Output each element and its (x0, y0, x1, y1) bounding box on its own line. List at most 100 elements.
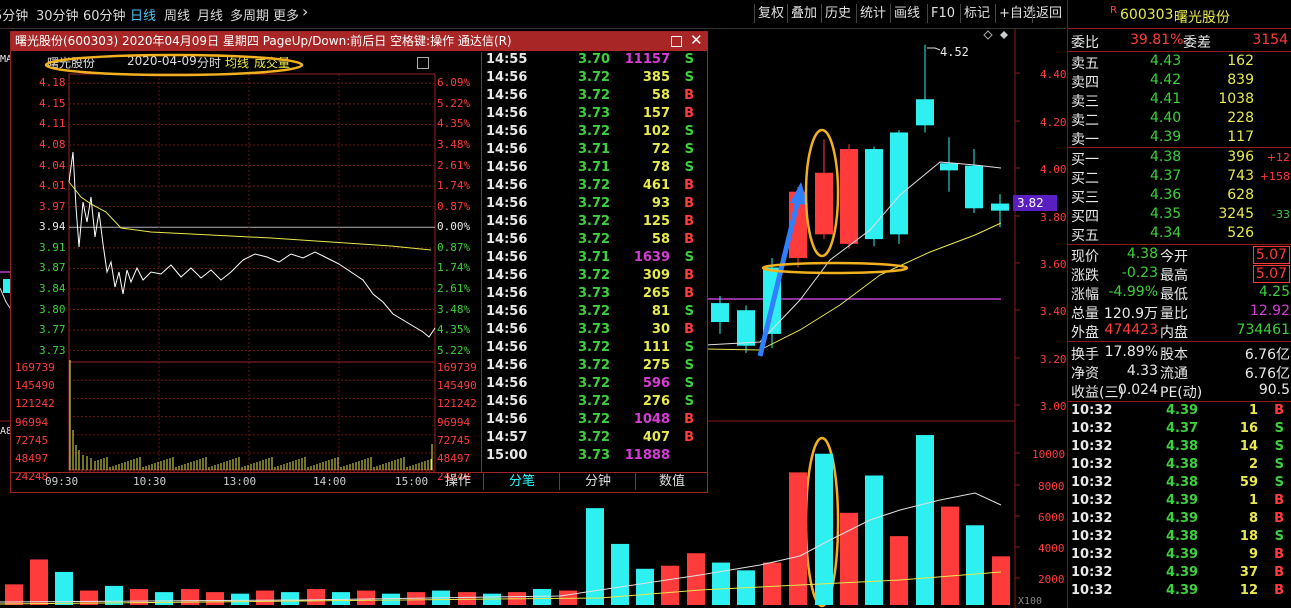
percent-tick: 4.35% (437, 323, 471, 337)
trade-time: 14:56 (486, 196, 528, 211)
maximize-icon[interactable] (671, 36, 682, 47)
trade-price: 3.72 (578, 394, 611, 409)
tab-30min[interactable]: 30分钟 (36, 5, 79, 24)
close-icon[interactable]: ✕ (690, 31, 703, 50)
trade-row: 14:56 3.72 102 S (482, 124, 704, 142)
stat-row: 外盘 474423 内盘 734461 (1068, 322, 1291, 341)
tick-price: 4.38 (1166, 439, 1199, 454)
trade-price: 3.72 (578, 214, 611, 229)
ask-row[interactable]: 卖二 4.40 228 (1068, 110, 1291, 129)
trade-volume: 309 (642, 268, 670, 283)
statistics-button[interactable]: 统计 (856, 4, 889, 23)
trade-time: 14:56 (486, 304, 528, 319)
separator (1068, 341, 1291, 342)
tick-row: 10:32 4.39 8 B (1068, 511, 1291, 529)
trade-row: 14:56 3.71 78 S (482, 160, 704, 178)
avg-price-line (68, 181, 432, 251)
tab-more[interactable]: 更多 (273, 5, 299, 24)
diamond-icon (1000, 31, 1008, 39)
volume-bar (763, 562, 781, 605)
trade-price: 3.72 (578, 430, 611, 445)
price-tick: 3.77 (39, 323, 66, 337)
tick-volume: 1 (1248, 403, 1258, 418)
f10-button[interactable]: F10 (927, 4, 958, 23)
tab-daily[interactable]: 日线 (130, 5, 156, 24)
ask-volume: 1038 (1218, 91, 1254, 107)
bid-row[interactable]: 买二 4.37 743 +158 (1068, 168, 1291, 187)
trade-side: B (684, 268, 694, 283)
bid-row[interactable]: 买三 4.36 628 (1068, 187, 1291, 206)
bid-row[interactable]: 买一 4.38 396 +12 (1068, 149, 1291, 168)
bid-row[interactable]: 买五 4.34 526 (1068, 225, 1291, 244)
tab-weekly[interactable]: 周线 (164, 5, 190, 24)
adjust-price-button[interactable]: 复权 (754, 4, 787, 23)
ask-price: 4.43 (1150, 53, 1182, 69)
minute-tab[interactable]: 分钟 (559, 473, 636, 490)
stat-label: 总量 (1071, 306, 1099, 322)
volume-tick: 169739 (15, 361, 55, 374)
intraday-popup[interactable]: 曙光股份(600303) 2020年04月09日 星期四 PageUp/Down… (10, 31, 708, 493)
trade-time: 14:56 (486, 268, 528, 283)
trade-time: 15:00 (486, 448, 528, 463)
ask-row[interactable]: 卖五 4.43 162 (1068, 53, 1291, 72)
candle-body (965, 165, 983, 209)
trade-price: 3.72 (578, 340, 611, 355)
trade-volume: 276 (642, 394, 670, 409)
ask-row[interactable]: 卖三 4.41 1038 (1068, 91, 1291, 110)
percent-tick: 5.22% (437, 343, 471, 357)
candle-body (916, 99, 934, 126)
mark-button[interactable]: 标记 (960, 4, 993, 23)
chevron-right-icon[interactable]: › (302, 2, 308, 21)
volume-tick: 72745 (15, 433, 49, 447)
tab-60min[interactable]: 60分钟 (83, 5, 126, 24)
tick-volume: 12 (1239, 583, 1258, 598)
trade-time: 14:56 (486, 340, 528, 355)
intraday-chart[interactable] (11, 32, 481, 492)
trade-price: 3.72 (578, 196, 611, 211)
tick-time: 10:32 (1071, 457, 1113, 472)
tick-time: 10:32 (1071, 403, 1113, 418)
volume-tick: 121242 (437, 397, 477, 411)
volume-bar (916, 435, 934, 605)
stat-label: 今开 (1160, 249, 1188, 265)
trade-row: 14:56 3.72 81 S (482, 304, 704, 322)
tick-side: B (1274, 403, 1284, 418)
stat-value: 4.25 (1258, 284, 1290, 300)
trade-time: 14:56 (486, 358, 528, 373)
draw-line-button[interactable]: 画线 (890, 4, 923, 23)
trade-volume: 72 (651, 142, 670, 157)
tick-side: S (1274, 457, 1284, 472)
trade-side: B (684, 232, 694, 247)
trade-volume: 125 (642, 214, 670, 229)
tab-monthly[interactable]: 月线 (197, 5, 223, 24)
tab-multi-period[interactable]: 多周期 (230, 5, 269, 24)
trade-time: 14:56 (486, 214, 528, 229)
operate-tab[interactable]: 操作 (435, 473, 481, 490)
trade-row: 14:56 3.72 276 S (482, 394, 704, 412)
ask-row[interactable]: 卖四 4.42 839 (1068, 72, 1291, 91)
tick-tab[interactable]: 分笔 (483, 473, 560, 490)
tick-price: 4.39 (1166, 511, 1199, 526)
trade-price: 3.72 (578, 232, 611, 247)
trade-time: 14:56 (486, 142, 528, 157)
volume-bar (992, 556, 1010, 605)
code-mark: R (1110, 5, 1117, 16)
value-tab[interactable]: 数值 (635, 473, 708, 490)
trade-row: 14:56 3.73 265 B (482, 286, 704, 304)
trade-row: 14:56 3.72 58 B (482, 88, 704, 106)
tab-5min[interactable]: 5分钟 (0, 5, 28, 24)
history-button[interactable]: 历史 (821, 4, 854, 23)
trade-price: 3.72 (578, 268, 611, 283)
bid-row[interactable]: 买四 4.35 3245 -33 (1068, 206, 1291, 225)
trade-list[interactable]: 14:55 3.70 11157 S 14:56 3.72 385 S 14:56 3.72 58 B… (481, 52, 708, 472)
bid-label: 买五 (1071, 228, 1099, 244)
volume-tick: 2000 (1038, 573, 1065, 586)
percent-tick: 2.61% (437, 158, 471, 172)
overlay-button[interactable]: 叠加 (787, 4, 820, 23)
weicha-label: 委差 (1183, 35, 1211, 51)
bid-price: 4.36 (1150, 187, 1182, 203)
ask-row[interactable]: 卖一 4.39 117 (1068, 129, 1291, 148)
tick-side: S (1274, 439, 1284, 454)
tick-row: 10:32 4.39 37 B (1068, 565, 1291, 583)
percent-tick: 0.00% (437, 220, 471, 234)
